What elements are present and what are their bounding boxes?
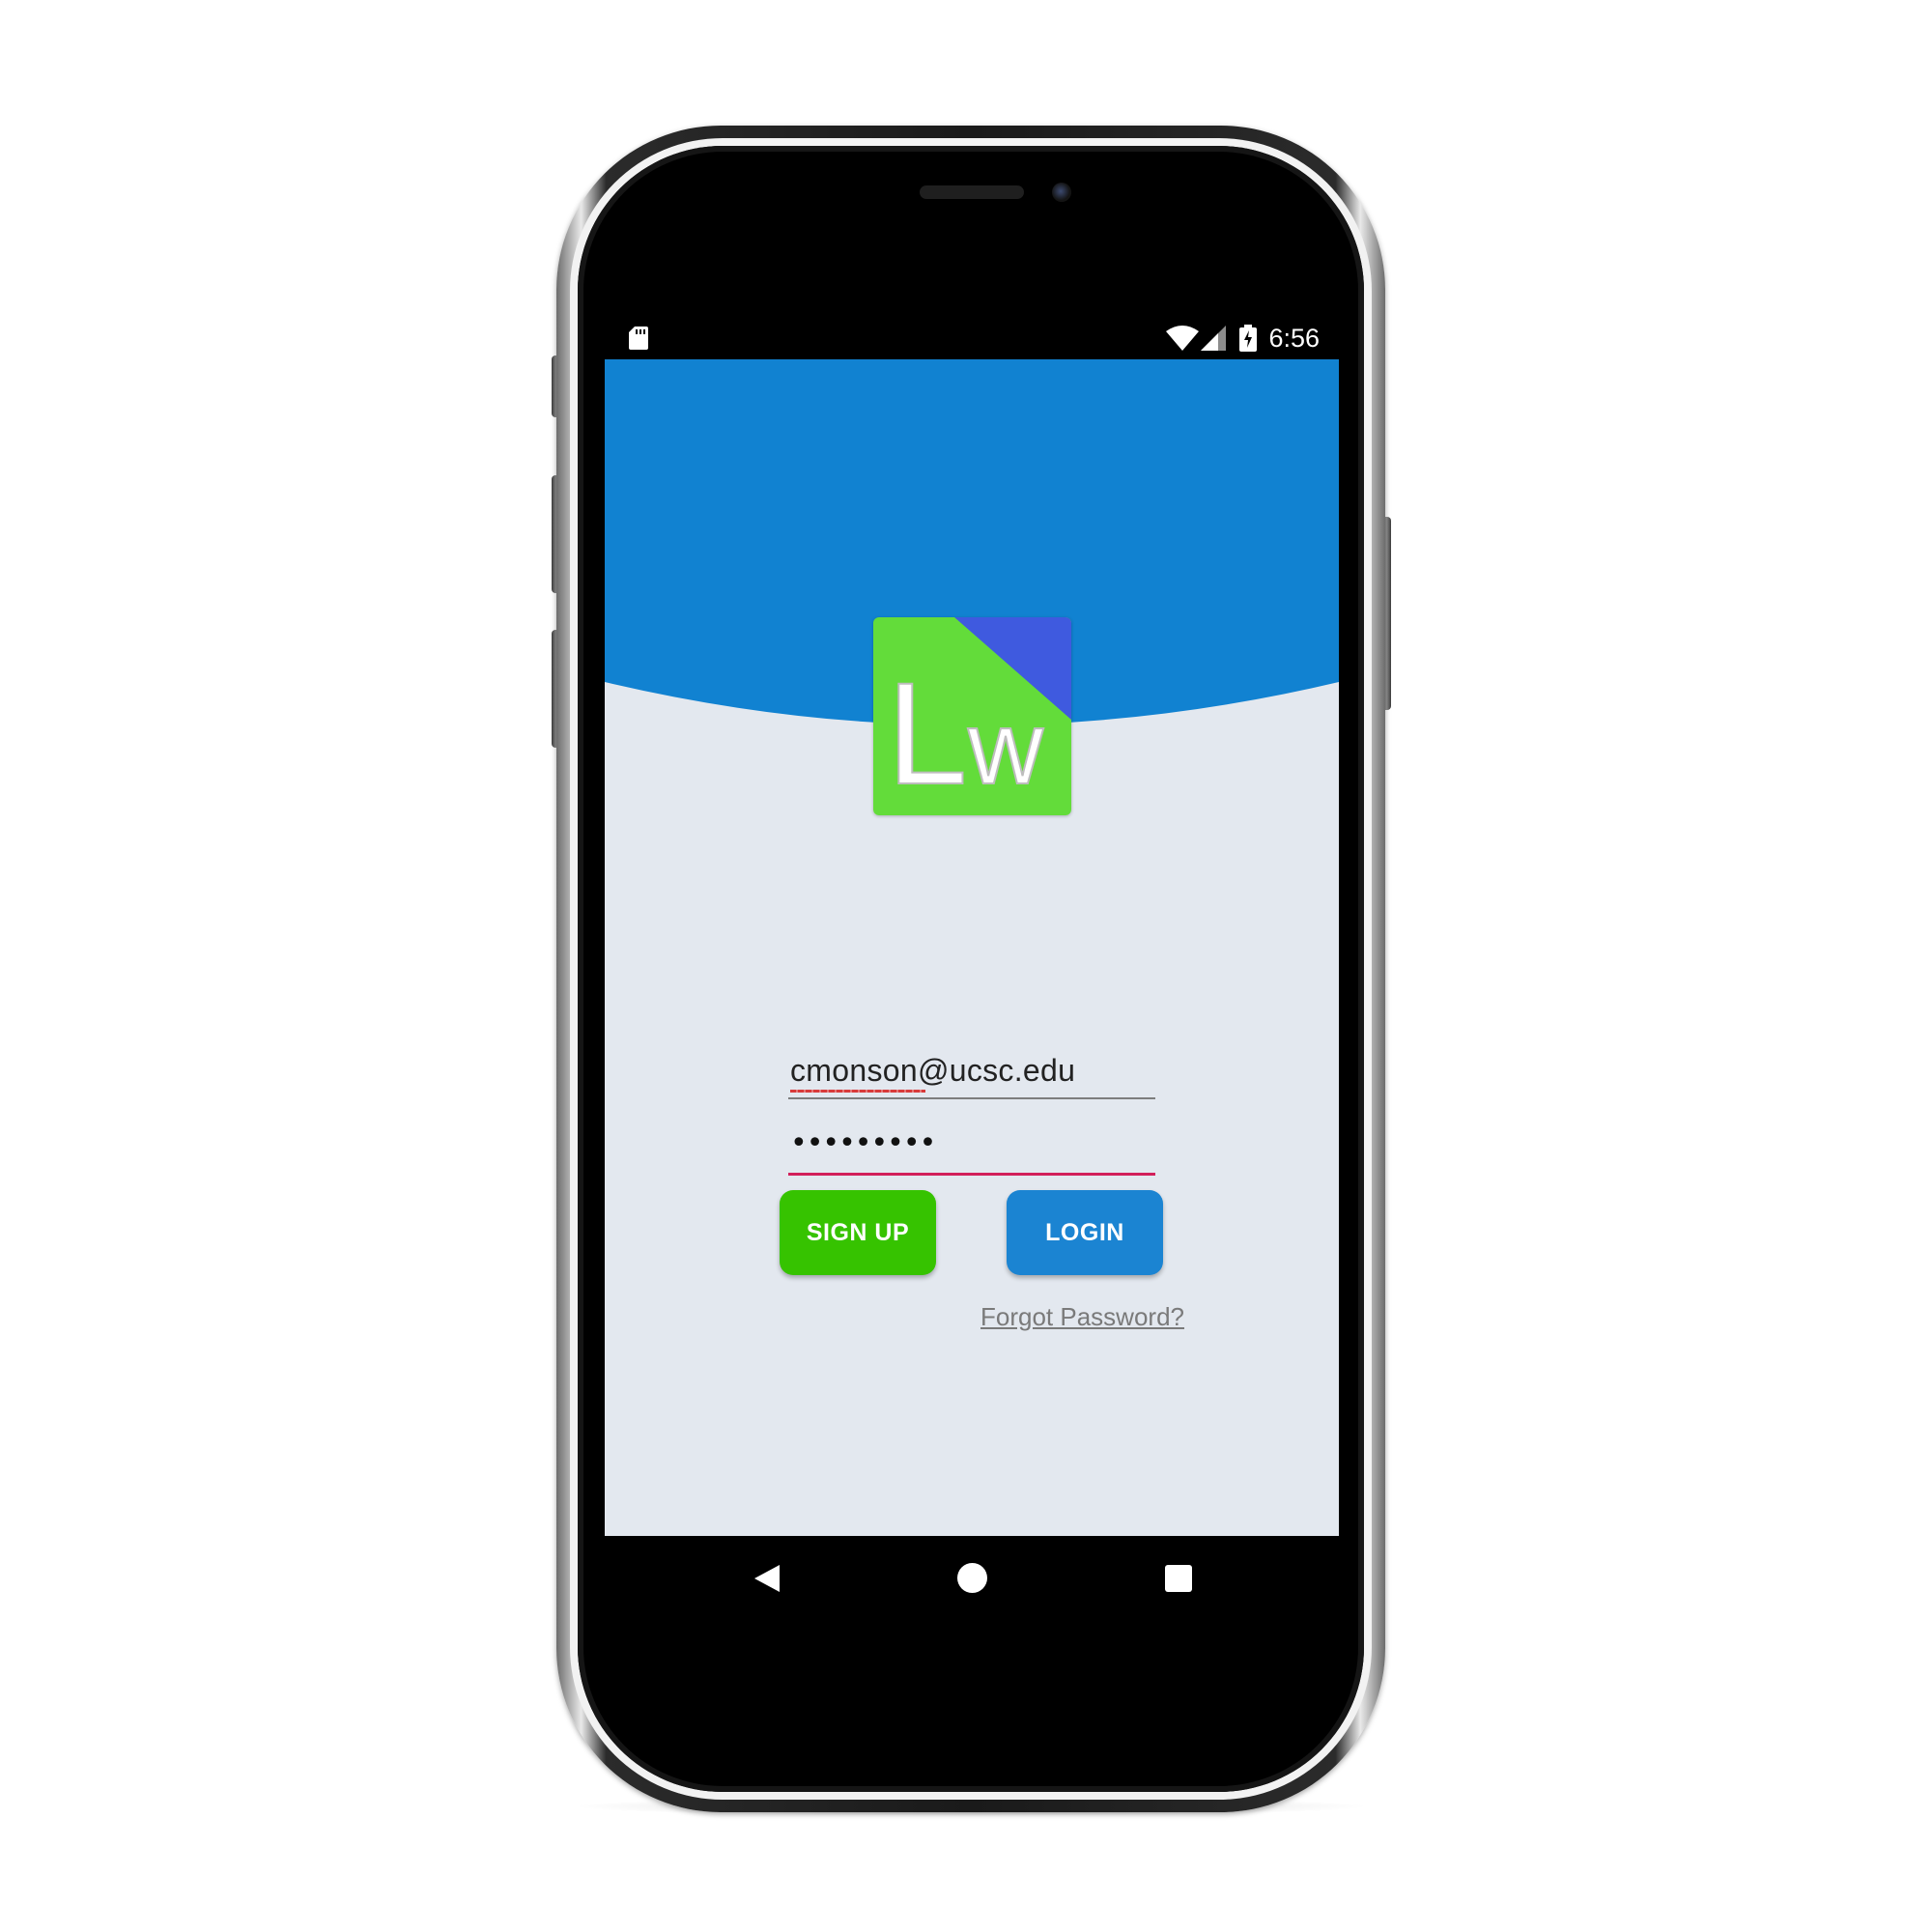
spellcheck-underline — [790, 1090, 925, 1093]
login-button[interactable]: LOGIN — [1007, 1190, 1163, 1275]
wifi-icon — [1166, 326, 1200, 351]
email-input-value: cmonson@ucsc.edu — [790, 1053, 1076, 1088]
svg-text:L: L — [887, 652, 967, 814]
app-logo: L w — [873, 617, 1071, 815]
svg-text:w: w — [967, 689, 1044, 806]
status-bar: 6:56 — [605, 317, 1339, 359]
status-icons: 6:56 — [1166, 317, 1339, 359]
password-input-value: ••••••••• — [790, 1126, 936, 1160]
stage: 6:56 L w cmonson@ucsc.edu ••••••••• SIGN… — [0, 0, 1932, 1932]
earpiece-speaker — [920, 185, 1024, 199]
recents-icon[interactable] — [1165, 1565, 1192, 1592]
back-icon[interactable] — [753, 1563, 781, 1594]
home-icon[interactable] — [957, 1563, 987, 1593]
battery-charging-icon — [1239, 325, 1258, 352]
app-screen: L w cmonson@ucsc.edu ••••••••• SIGN UP L… — [605, 359, 1339, 1536]
status-time: 6:56 — [1268, 323, 1320, 353]
navigation-bar — [605, 1536, 1339, 1623]
front-camera — [1052, 183, 1071, 202]
signup-button[interactable]: SIGN UP — [780, 1190, 936, 1275]
sd-card-icon — [629, 327, 648, 350]
app-logo-graphic: L w — [873, 617, 1071, 815]
cellular-signal-icon — [1201, 326, 1227, 351]
password-field[interactable]: ••••••••• — [788, 1122, 1155, 1176]
email-field[interactable]: cmonson@ucsc.edu — [788, 1047, 1155, 1099]
forgot-password-link[interactable]: Forgot Password? — [980, 1302, 1184, 1332]
